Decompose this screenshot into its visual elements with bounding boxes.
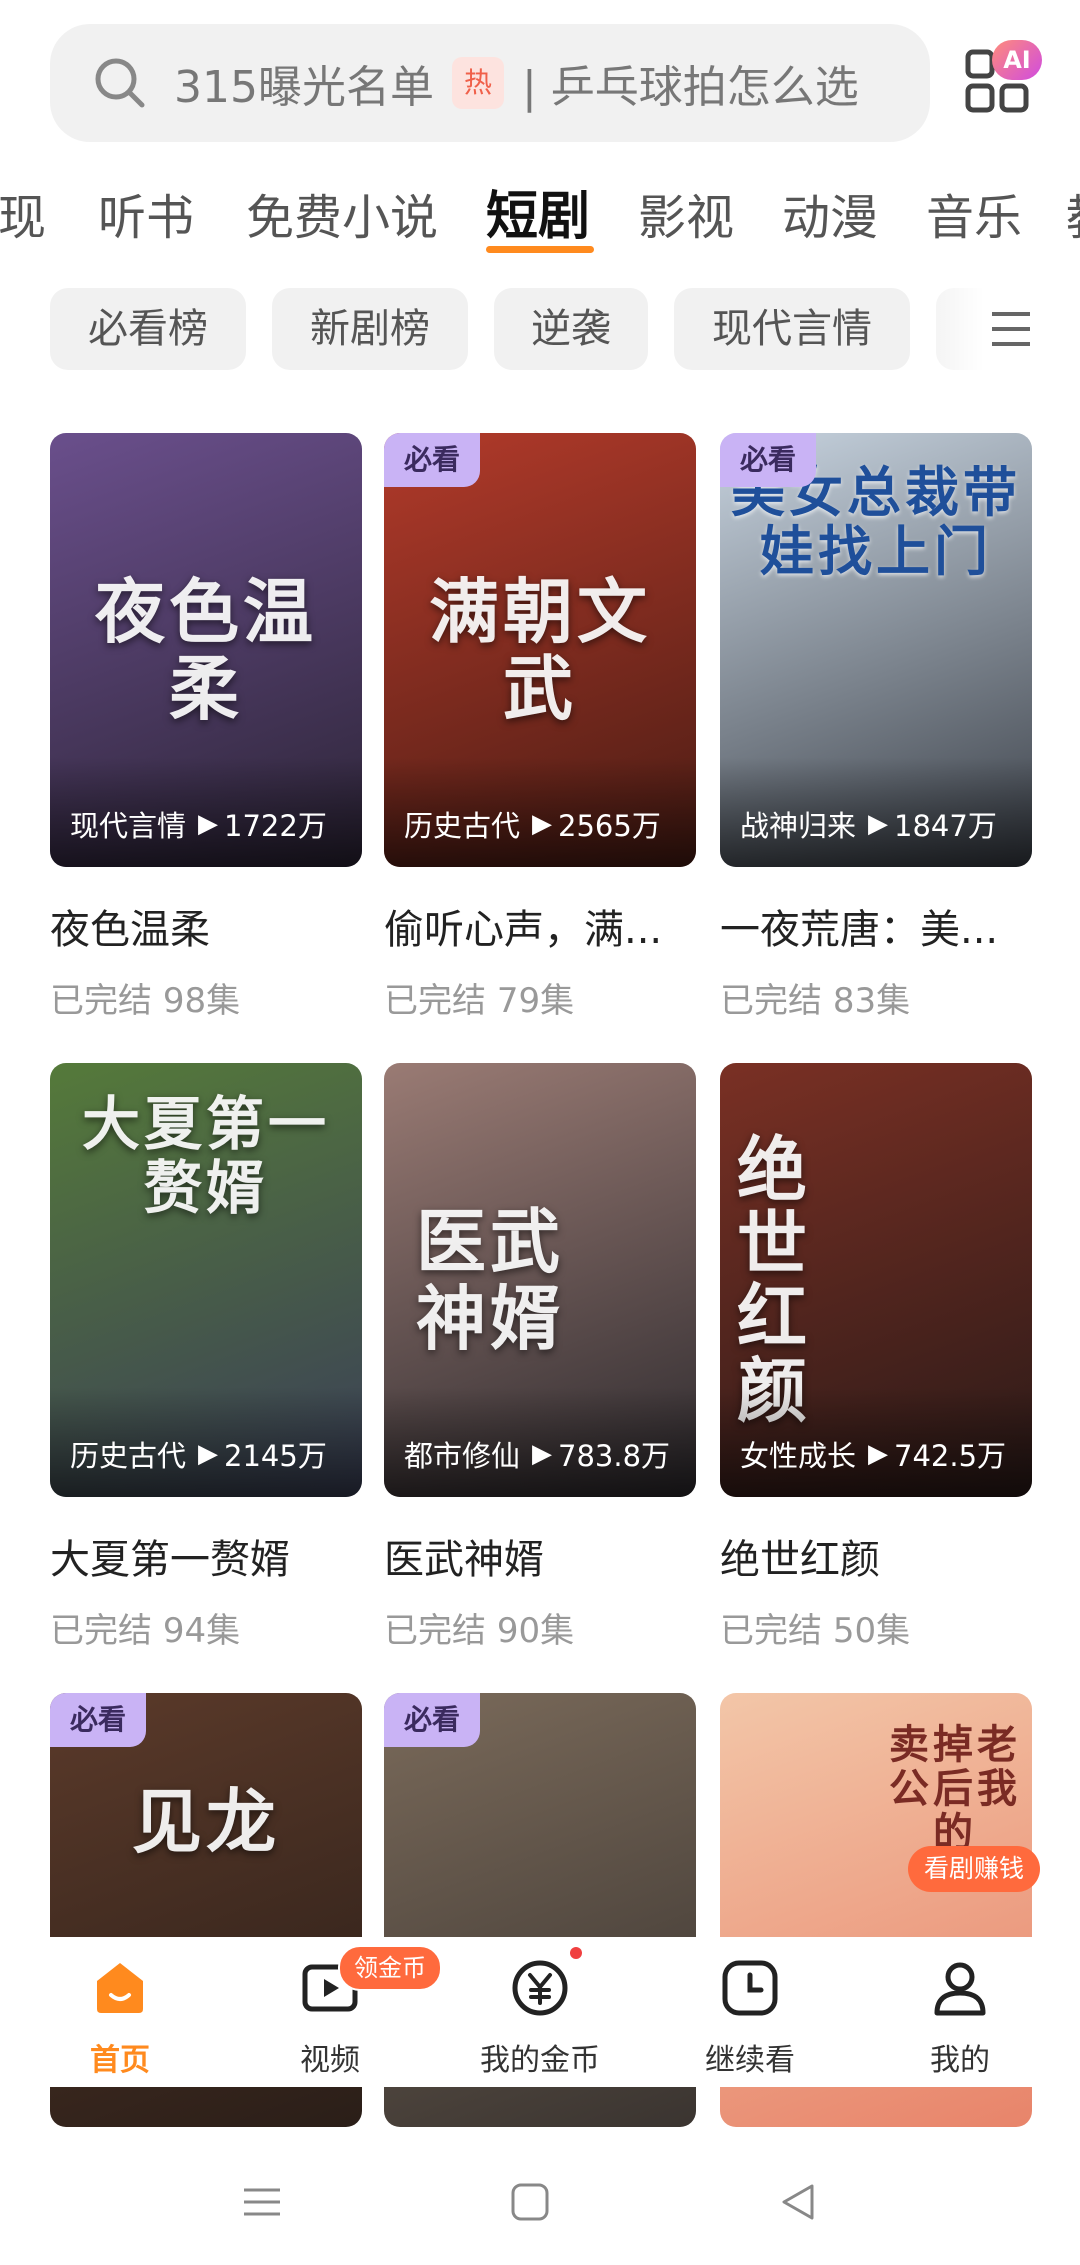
poster-meta: 都市修仙 ▶ 783.8万	[404, 1433, 686, 1475]
drama-poster[interactable]: 大夏第一赘婿 历史古代 ▶ 2145万	[50, 1063, 362, 1497]
bottom-nav: 首页 视频 领金币 我的金币 继续看 我的	[0, 1937, 1080, 2087]
play-icon: ▶	[868, 809, 889, 839]
search-placeholder-part2: | 乒乓球拍怎么选	[521, 62, 859, 113]
nav-profile[interactable]: 我的	[880, 1957, 1040, 2079]
chip-new-drama[interactable]: 新剧榜	[272, 288, 468, 370]
hot-tag: 热	[451, 57, 504, 109]
genre-label: 历史古代	[70, 1439, 187, 1473]
back-triangle-icon[interactable]	[776, 2180, 820, 2224]
nav-label: 我的	[930, 2043, 990, 2078]
nav-my-coins[interactable]: 我的金币	[460, 1957, 620, 2079]
must-watch-badge: 必看	[720, 433, 816, 487]
filter-chips: 必看榜 新剧榜 逆袭 现代言情 打	[0, 288, 1080, 374]
search-bar[interactable]: 315曝光名单 热 | 乒乓球拍怎么选	[50, 24, 930, 142]
drama-status: 已完结 79集	[384, 981, 575, 1021]
nav-label: 视频	[300, 2043, 360, 2078]
must-watch-badge: 必看	[50, 1693, 146, 1747]
tab-anime[interactable]: 动漫	[782, 178, 878, 248]
home-icon	[97, 1963, 143, 2013]
drama-title[interactable]: 一夜荒唐：美...	[720, 897, 1032, 955]
category-tabs: 现 听书 免费小说 短剧 影视 动漫 音乐 教	[0, 170, 1080, 270]
active-tab-indicator	[486, 246, 594, 253]
earn-coins-badge[interactable]: 看剧赚钱	[908, 1846, 1040, 1892]
poster-meta: 战神归来 ▶ 1847万	[740, 803, 1022, 845]
drama-title[interactable]: 偷听心声，满...	[384, 897, 696, 955]
drama-title[interactable]: 绝世红颜	[720, 1527, 1032, 1585]
nav-label: 我的金币	[480, 2043, 600, 2078]
play-icon: ▶	[198, 809, 219, 839]
drama-card[interactable]: 美女总裁带娃找上门 必看 战神归来 ▶ 1847万 一夜荒唐：美... 已完结 …	[720, 433, 1032, 1022]
drama-title[interactable]: 大夏第一赘婿	[50, 1527, 362, 1585]
drama-poster[interactable]: 绝世红颜 女性成长 ▶ 742.5万	[720, 1063, 1032, 1497]
play-icon: ▶	[198, 1439, 219, 1469]
drama-status: 已完结 94集	[50, 1611, 241, 1651]
nav-label: 首页	[90, 2043, 150, 2078]
tab-free-novel[interactable]: 免费小说	[246, 178, 438, 248]
poster-meta: 历史古代 ▶ 2145万	[70, 1433, 352, 1475]
tab-film-tv[interactable]: 影视	[638, 178, 734, 248]
menu-icon[interactable]	[990, 310, 1032, 348]
nav-continue-watching[interactable]: 继续看	[670, 1957, 830, 2079]
poster-meta: 女性成长 ▶ 742.5万	[740, 1433, 1022, 1475]
drama-card[interactable]: 大夏第一赘婿 历史古代 ▶ 2145万 大夏第一赘婿 已完结 94集	[50, 1063, 362, 1652]
play-icon: ▶	[532, 1439, 553, 1469]
genre-label: 都市修仙	[404, 1439, 521, 1473]
play-icon: ▶	[532, 809, 553, 839]
drama-title[interactable]: 医武神婿	[384, 1527, 696, 1585]
recents-menu-icon[interactable]	[240, 2180, 284, 2224]
drama-status: 已完结 90集	[384, 1611, 575, 1651]
chip-modern-romance[interactable]: 现代言情	[674, 288, 910, 370]
drama-card[interactable]: 满朝文武 必看 历史古代 ▶ 2565万 偷听心声，满... 已完结 79集	[384, 433, 696, 1022]
search-icon	[95, 58, 145, 108]
genre-label: 现代言情	[70, 809, 187, 843]
nav-label: 继续看	[705, 2043, 795, 2078]
drama-card[interactable]: 绝世红颜 女性成长 ▶ 742.5万 绝世红颜 已完结 50集	[720, 1063, 1032, 1652]
view-count: 1722万	[224, 809, 327, 843]
must-watch-badge: 必看	[384, 433, 480, 487]
drama-poster[interactable]: 满朝文武 必看 历史古代 ▶ 2565万	[384, 433, 696, 867]
must-watch-badge: 必看	[384, 1693, 480, 1747]
tab-partial-right[interactable]: 教	[1066, 178, 1080, 248]
poster-meta: 现代言情 ▶ 1722万	[70, 803, 352, 845]
drama-card[interactable]: 夜色温柔 现代言情 ▶ 1722万 夜色温柔 已完结 98集	[50, 433, 362, 1022]
genre-label: 女性成长	[740, 1439, 857, 1473]
home-square-icon[interactable]	[508, 2180, 552, 2224]
view-count: 2145万	[224, 1439, 327, 1473]
chip-comeback[interactable]: 逆袭	[494, 288, 648, 370]
poster-meta: 历史古代 ▶ 2565万	[404, 803, 686, 845]
drama-poster[interactable]: 夜色温柔 现代言情 ▶ 1722万	[50, 433, 362, 867]
genre-label: 战神归来	[740, 809, 857, 843]
play-icon: ▶	[868, 1439, 889, 1469]
search-placeholder-part1: 315曝光名单	[174, 62, 434, 113]
drama-poster[interactable]: 美女总裁带娃找上门 必看 战神归来 ▶ 1847万	[720, 433, 1032, 867]
tab-audiobook[interactable]: 听书	[98, 178, 194, 248]
drama-poster[interactable]: 医武神婿 都市修仙 ▶ 783.8万	[384, 1063, 696, 1497]
drama-status: 已完结 83集	[720, 981, 911, 1021]
claim-coins-pill[interactable]: 领金币	[338, 1945, 442, 1991]
person-icon	[934, 1962, 986, 2016]
drama-title[interactable]: 夜色温柔	[50, 897, 362, 955]
system-nav-bar	[0, 2150, 1080, 2265]
clock-icon	[722, 1960, 778, 2016]
yen-coin-icon	[512, 1960, 568, 2016]
tab-music[interactable]: 音乐	[926, 178, 1022, 248]
drama-status: 已完结 98集	[50, 981, 241, 1021]
view-count: 742.5万	[894, 1439, 1007, 1473]
drama-card[interactable]: 医武神婿 都市修仙 ▶ 783.8万 医武神婿 已完结 90集	[384, 1063, 696, 1652]
nav-home[interactable]: 首页	[40, 1957, 200, 2079]
tab-short-drama[interactable]: 短剧	[486, 174, 590, 249]
view-count: 783.8万	[558, 1439, 671, 1473]
notification-dot	[570, 1947, 582, 1959]
ai-badge[interactable]: AI	[992, 40, 1042, 80]
drama-status: 已完结 50集	[720, 1611, 911, 1651]
view-count: 2565万	[558, 809, 661, 843]
chip-must-watch[interactable]: 必看榜	[50, 288, 246, 370]
genre-label: 历史古代	[404, 809, 521, 843]
tab-partial-left[interactable]: 现	[0, 178, 46, 248]
view-count: 1847万	[894, 809, 997, 843]
